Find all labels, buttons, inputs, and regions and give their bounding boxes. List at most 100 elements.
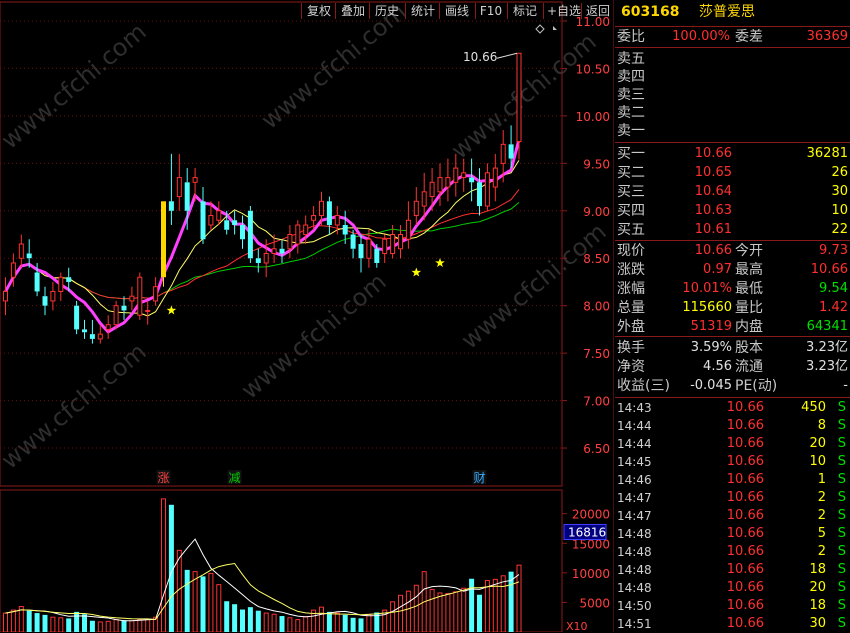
toolbar-button-1[interactable]: 叠加 [338, 2, 368, 20]
tick-side: S [837, 544, 846, 559]
toolbar-button-7[interactable]: +自选 [546, 2, 582, 20]
bid-row: 买二 10.65 26 [615, 164, 850, 182]
tick-row: 14:44 10.66 8 S [615, 417, 850, 435]
tick-row: 14:43 10.66 450 S [615, 399, 850, 417]
ask-label: 卖二 [617, 105, 645, 121]
signal-star-icon [435, 258, 445, 267]
tick-row: 14:44 10.66 20 S [615, 435, 850, 453]
tick-price: 10.66 [726, 472, 764, 487]
candle [176, 153, 182, 211]
candle [50, 281, 56, 311]
quote-value: 10.01% [682, 281, 732, 296]
quote-row: 涨幅 10.01% 最低 9.54 [615, 280, 850, 298]
toolbar-button-0[interactable]: 复权 [304, 2, 334, 20]
volume-bar [192, 571, 198, 632]
tick-side: S [837, 418, 846, 433]
tick-volume: 20 [809, 436, 826, 451]
quote-panel: 603168 莎普爱思 委比 100.00% 委差 36369 卖五 卖四 卖三 卖二… [615, 0, 850, 632]
price-tick-label: 10.50 [576, 62, 610, 76]
price-tick-label: 7.00 [583, 395, 610, 409]
price-tick-label: 8.50 [583, 252, 610, 266]
volume-bar [342, 614, 348, 632]
quote-value: 10.66 [694, 243, 732, 258]
quote-label: 现价 [617, 243, 645, 259]
toolbar-button-2[interactable]: 历史 [372, 2, 402, 20]
quote-value: 51319 [690, 319, 732, 334]
corner-arrow-icon[interactable] [553, 26, 557, 30]
volume-bar [492, 578, 498, 632]
price-tick-label: 8.00 [583, 300, 610, 314]
volume-bar [10, 609, 16, 632]
volume-bar [461, 587, 467, 632]
diamond-icon[interactable] [535, 24, 545, 34]
tick-time: 14:51 [617, 617, 652, 631]
candle [3, 277, 8, 316]
volume-bar [105, 620, 111, 632]
candle [453, 153, 459, 197]
toolbar-button-6[interactable]: 标记 [510, 2, 540, 20]
fundamental-label-2: 流通 [735, 359, 763, 375]
tick-side: S [837, 616, 846, 631]
tick-time: 14:46 [617, 473, 652, 487]
candle [168, 153, 174, 226]
tick-price: 10.66 [726, 580, 764, 595]
toolbar-button-3[interactable]: 统计 [408, 2, 438, 20]
tick-row: 14:48 10.66 5 S [615, 525, 850, 543]
bid-label: 买三 [617, 184, 645, 200]
volume-bar [390, 601, 396, 632]
volume-bar [66, 618, 72, 632]
event-marker-1[interactable]: 减 [229, 471, 241, 485]
candle [216, 201, 222, 226]
candle [161, 201, 166, 287]
volume-tick-label: 10000 [572, 567, 610, 581]
tick-side: S [837, 562, 846, 577]
ask-row: 卖一 [615, 122, 850, 140]
candle [477, 168, 482, 216]
bid-volume: 26 [831, 165, 848, 180]
bid-volume: 36281 [806, 146, 848, 161]
tick-volume: 2 [817, 508, 826, 523]
fundamental-value-2: 3.23亿 [806, 359, 848, 374]
candle [445, 158, 451, 202]
volume-bar [129, 620, 135, 632]
event-marker-0[interactable]: 涨 [157, 470, 169, 485]
kline-chart[interactable]: www.cfchi.com www.cfchi.com www.cfchi.com w… [0, 0, 614, 632]
ask-row: 卖二 [615, 104, 850, 122]
volume-bar [469, 578, 475, 632]
candle [492, 153, 498, 202]
volume-bar [247, 607, 253, 632]
ask-label: 卖五 [617, 51, 645, 67]
volume-bar [287, 617, 293, 632]
volume-bar [295, 619, 301, 632]
candle [82, 319, 87, 339]
fundamental-row: 换手 3.59% 股本 3.23亿 [615, 339, 850, 357]
candle [279, 239, 285, 263]
tick-time: 14:48 [617, 581, 652, 595]
watermark-text: www.cfchi.com [0, 17, 152, 154]
tick-price: 10.66 [726, 526, 764, 541]
toolbar-button-8[interactable]: 返回 [584, 2, 612, 20]
stock-header: 603168 莎普爱思 [615, 3, 850, 25]
weibi-label: 委比 [617, 29, 645, 45]
volume-bar [445, 593, 451, 632]
volume-bar [176, 549, 182, 632]
quote-value: 115660 [682, 300, 732, 315]
signal-star-icon [411, 267, 422, 277]
volume-bar [82, 614, 87, 632]
volume-bar [326, 611, 332, 632]
volume-bar [3, 612, 8, 632]
volume-bar [50, 616, 56, 632]
tick-volume: 18 [809, 562, 826, 577]
toolbar-button-4[interactable]: 画线 [442, 2, 472, 20]
fundamental-label-2: 股本 [735, 340, 763, 356]
candle [484, 163, 490, 211]
stock-code: 603168 [621, 4, 680, 20]
toolbar-button-5[interactable]: F10 [478, 2, 504, 20]
tick-side: S [837, 454, 846, 469]
quote-label-2: 量比 [735, 300, 763, 316]
weicha-value: 36369 [806, 29, 848, 44]
tick-time: 14:47 [617, 509, 652, 523]
volume-bar [350, 617, 356, 632]
event-marker-2[interactable]: 财 [473, 471, 485, 485]
quote-label-2: 内盘 [735, 319, 763, 335]
